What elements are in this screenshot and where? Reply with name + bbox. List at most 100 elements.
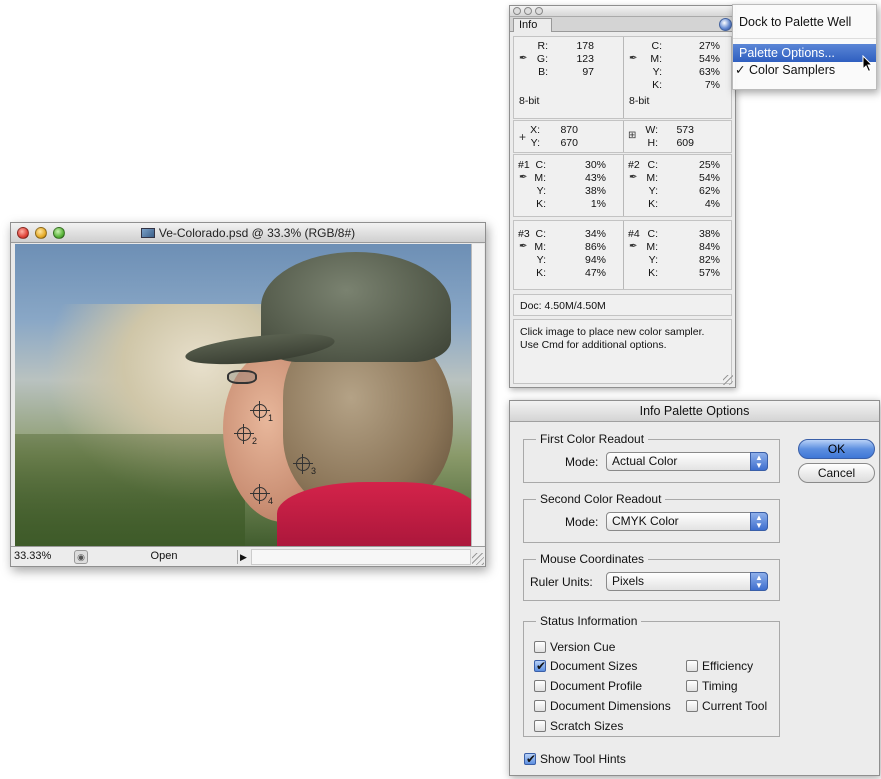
bit-depth-left: 8-bit bbox=[519, 95, 540, 107]
check-mark-icon: ✓ bbox=[735, 63, 746, 77]
k-label: K: bbox=[652, 79, 662, 91]
info-tab-row: Info bbox=[510, 17, 735, 32]
samplers-section-2: #3 ✒ C: 34% M: 86% Y: 94% K: 47% #4 ✒ C: 38% … bbox=[513, 220, 732, 290]
checkbox-box[interactable] bbox=[686, 660, 698, 672]
second-mode-label: Mode: bbox=[565, 515, 599, 529]
readout-section: R: 178 ✒ G: 123 B: 97 8-bit C: 27% ✒ M: 54% Y… bbox=[513, 36, 732, 119]
sampler-2-m: 54% bbox=[698, 172, 720, 184]
r-value: 178 bbox=[576, 40, 594, 52]
x-label: X: bbox=[530, 124, 540, 136]
resize-grip-icon[interactable] bbox=[472, 553, 484, 565]
popup-arrows-icon: ▲ ▼ bbox=[750, 452, 768, 471]
y-label: Y: bbox=[648, 254, 658, 266]
sampler-2-c: 25% bbox=[698, 159, 720, 171]
document-size-readout: Doc: 4.50M/4.50M bbox=[513, 294, 732, 316]
dialog-title: Info Palette Options bbox=[510, 401, 879, 422]
menu-separator bbox=[733, 38, 876, 39]
info-palette[interactable]: Info R: 178 ✒ G: 123 B: 97 8-bit C: 27% ✒ M:… bbox=[509, 5, 736, 388]
palette-flyout-menu: Dock to Palette Well Palette Options... … bbox=[732, 4, 877, 90]
g-value: 123 bbox=[576, 53, 594, 65]
sampler-2-k: 4% bbox=[704, 198, 720, 210]
vertical-scrollbar[interactable] bbox=[471, 244, 484, 546]
g-label: G: bbox=[536, 53, 548, 65]
second-color-readout-title: Second Color Readout bbox=[536, 492, 666, 506]
menu-item-color-samplers[interactable]: ✓ Color Samplers bbox=[733, 61, 876, 79]
document-window[interactable]: Ve-Colorado.psd @ 33.3% (RGB/8#) 1 2 3 4… bbox=[10, 222, 486, 567]
sampler-3-c: 34% bbox=[584, 228, 606, 240]
checkbox-box-checked[interactable] bbox=[524, 751, 536, 767]
first-mode-select[interactable]: Actual Color ▲ ▼ bbox=[606, 452, 768, 471]
sampler-4-readout: #4 ✒ C: 38% M: 84% Y: 82% K: 57% bbox=[623, 221, 732, 289]
checkbox-box[interactable] bbox=[534, 720, 546, 732]
y-label: Y: bbox=[536, 185, 546, 197]
first-color-readout-title: First Color Readout bbox=[536, 432, 649, 446]
zoom-level-field[interactable]: 33.33% bbox=[14, 550, 66, 564]
palette-menu-button[interactable] bbox=[719, 18, 732, 31]
checkbox-box-checked[interactable] bbox=[534, 658, 546, 674]
ruler-units-label: Ruler Units: bbox=[530, 575, 593, 589]
color-sampler-3[interactable]: 3 bbox=[293, 454, 316, 476]
jacket-shape bbox=[277, 482, 471, 546]
k-label: K: bbox=[648, 198, 658, 210]
m-value: 54% bbox=[698, 53, 720, 65]
c-label: C: bbox=[535, 228, 547, 240]
status-menu-arrow-icon[interactable]: ▶ bbox=[237, 550, 249, 564]
checkbox-box[interactable] bbox=[534, 680, 546, 692]
checkbox-box[interactable] bbox=[686, 700, 698, 712]
sampler-2-y: 62% bbox=[698, 185, 720, 197]
sampler-4-c: 38% bbox=[698, 228, 720, 240]
palette-zoom-button[interactable] bbox=[535, 7, 543, 15]
cancel-button[interactable]: Cancel bbox=[798, 463, 875, 483]
m-label: M: bbox=[646, 172, 658, 184]
sampler-3-k: 47% bbox=[584, 267, 606, 279]
menu-item-palette-options[interactable]: Palette Options... bbox=[733, 44, 876, 62]
k-value: 7% bbox=[704, 79, 720, 91]
palette-close-button[interactable] bbox=[513, 7, 521, 15]
mouse-pointer-icon bbox=[862, 55, 874, 73]
color-sampler-1[interactable]: 1 bbox=[250, 401, 273, 423]
k-label: K: bbox=[536, 198, 546, 210]
sampler-4-m: 84% bbox=[698, 241, 720, 253]
glasses-shape bbox=[227, 370, 257, 384]
m-label: M: bbox=[646, 241, 658, 253]
sampler-1-k: 1% bbox=[590, 198, 606, 210]
color-sampler-4[interactable]: 4 bbox=[250, 484, 273, 506]
w-value: 573 bbox=[676, 124, 694, 136]
photo-canvas[interactable]: 1 2 3 4 bbox=[15, 244, 471, 546]
checkbox-box[interactable] bbox=[686, 680, 698, 692]
sampler-1-readout: #1 ✒ C: 30% M: 43% Y: 38% K: 1% bbox=[514, 155, 623, 216]
c-label: C: bbox=[647, 228, 659, 240]
y-coord-label: Y: bbox=[530, 137, 540, 149]
resize-grip-icon[interactable] bbox=[723, 375, 733, 385]
popup-arrows-icon: ▲ ▼ bbox=[750, 512, 768, 531]
horizontal-scrollbar[interactable] bbox=[251, 549, 471, 565]
menu-item-dock-to-palette-well[interactable]: Dock to Palette Well bbox=[733, 13, 876, 31]
forest-shape bbox=[15, 434, 245, 546]
mouse-coordinates-title: Mouse Coordinates bbox=[536, 552, 649, 566]
k-label: K: bbox=[536, 267, 546, 279]
y-coord-value: 670 bbox=[560, 137, 578, 149]
m-label: M: bbox=[534, 172, 546, 184]
checkbox-box[interactable] bbox=[534, 700, 546, 712]
document-titlebar[interactable]: Ve-Colorado.psd @ 33.3% (RGB/8#) bbox=[11, 223, 485, 243]
document-title: Ve-Colorado.psd @ 33.3% (RGB/8#) bbox=[11, 226, 485, 240]
info-palette-titlebar[interactable] bbox=[510, 6, 735, 17]
tab-info[interactable]: Info bbox=[513, 18, 553, 32]
ok-button[interactable]: OK bbox=[798, 439, 875, 459]
coordinates-section: + X: 870 Y: 670 ⊞ W: 573 H: 609 bbox=[513, 120, 732, 153]
ruler-units-select[interactable]: Pixels ▲ ▼ bbox=[606, 572, 768, 591]
version-cue-icon[interactable]: ◉ bbox=[74, 550, 88, 564]
second-color-readout: C: 27% ✒ M: 54% Y: 63% K: 7% 8-bit bbox=[623, 37, 732, 118]
sampler-4-k: 57% bbox=[698, 267, 720, 279]
c-label: C: bbox=[651, 40, 663, 52]
sampler-1-m: 43% bbox=[584, 172, 606, 184]
info-palette-options-dialog[interactable]: Info Palette Options OK Cancel First Col… bbox=[509, 400, 880, 776]
popup-arrows-icon: ▲ ▼ bbox=[750, 572, 768, 591]
first-color-readout: R: 178 ✒ G: 123 B: 97 8-bit bbox=[514, 37, 623, 118]
c-label: C: bbox=[535, 159, 547, 171]
checkbox-box[interactable] bbox=[534, 641, 546, 653]
r-label: R: bbox=[537, 40, 549, 52]
color-sampler-2[interactable]: 2 bbox=[234, 424, 257, 446]
palette-minimize-button[interactable] bbox=[524, 7, 532, 15]
second-mode-select[interactable]: CMYK Color ▲ ▼ bbox=[606, 512, 768, 531]
